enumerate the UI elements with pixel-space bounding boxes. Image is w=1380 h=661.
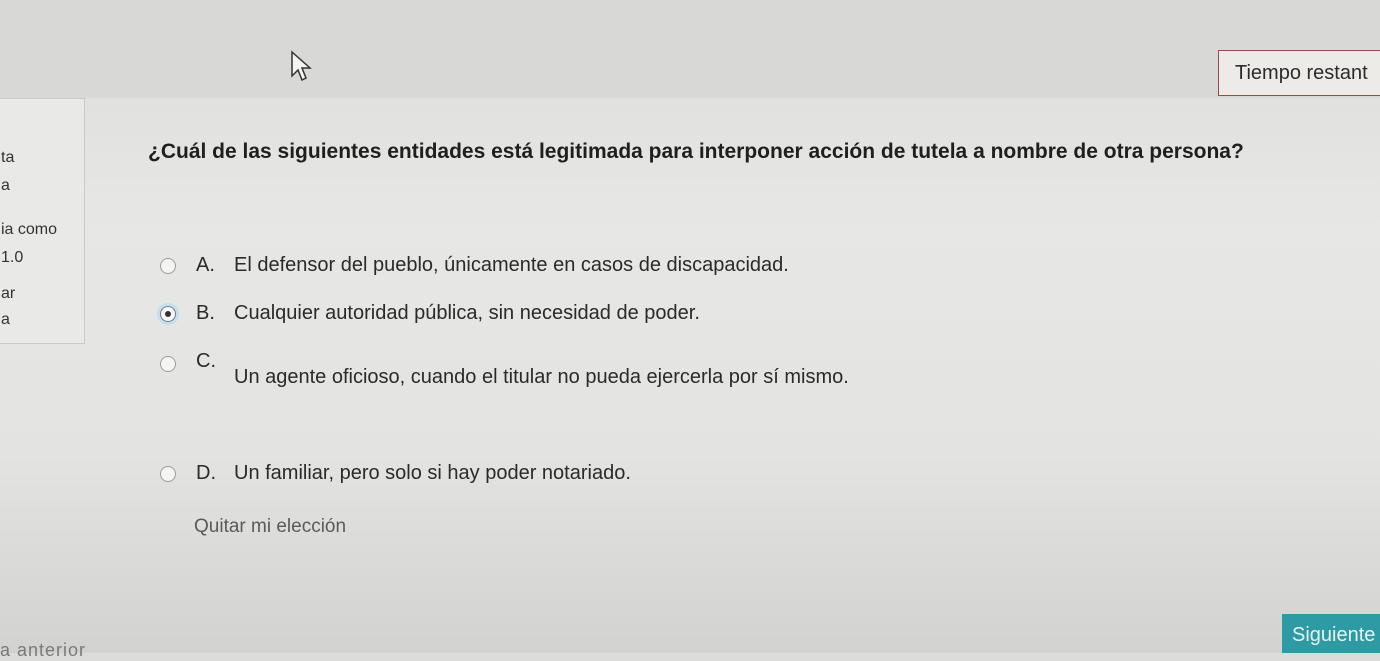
option-letter: C. — [196, 350, 216, 372]
previous-page-link[interactable]: a anterior — [0, 640, 86, 661]
question-info-panel: ta a ia como 1.0 ar a — [0, 98, 85, 344]
option-letter: D. — [196, 462, 216, 485]
info-line: 1.0 — [1, 249, 24, 266]
option-letter: B. — [196, 302, 215, 325]
next-page-button[interactable]: Siguiente — [1282, 614, 1380, 653]
top-bar — [0, 0, 1380, 98]
info-line: a — [1, 311, 10, 328]
answer-option-d[interactable]: D. Un familiar, pero solo si hay poder no… — [160, 462, 631, 485]
question-text: ¿Cuál de las siguientes entidades está l… — [148, 140, 1244, 163]
time-remaining-box: Tiempo restant — [1218, 50, 1380, 96]
radio-button[interactable] — [160, 465, 176, 482]
option-text: Un familiar, pero solo si hay poder nota… — [234, 462, 631, 485]
answer-option-c[interactable]: C. Un agente oficioso, cuando el titular … — [160, 350, 849, 388]
answer-option-a[interactable]: A. El defensor del pueblo, únicamente en … — [160, 254, 789, 277]
option-text: Cualquier autoridad pública, sin necesid… — [234, 302, 700, 325]
radio-button-selected[interactable] — [160, 305, 176, 322]
info-line: a — [1, 177, 10, 194]
mouse-cursor-icon — [291, 50, 312, 82]
answer-option-b[interactable]: B. Cualquier autoridad pública, sin neces… — [160, 302, 700, 325]
info-line: ta — [1, 149, 15, 166]
time-remaining-label: Tiempo restant — [1235, 62, 1368, 84]
radio-button[interactable] — [160, 355, 176, 372]
option-text: Un agente oficioso, cuando el titular no… — [234, 366, 849, 389]
flag-question-link[interactable]: ar — [1, 285, 15, 303]
radio-button[interactable] — [160, 257, 176, 274]
option-text: El defensor del pueblo, únicamente en ca… — [234, 254, 789, 277]
info-line: ia como — [1, 221, 58, 238]
clear-choice-link[interactable]: Quitar mi elección — [194, 516, 346, 538]
option-letter: A. — [196, 254, 215, 277]
